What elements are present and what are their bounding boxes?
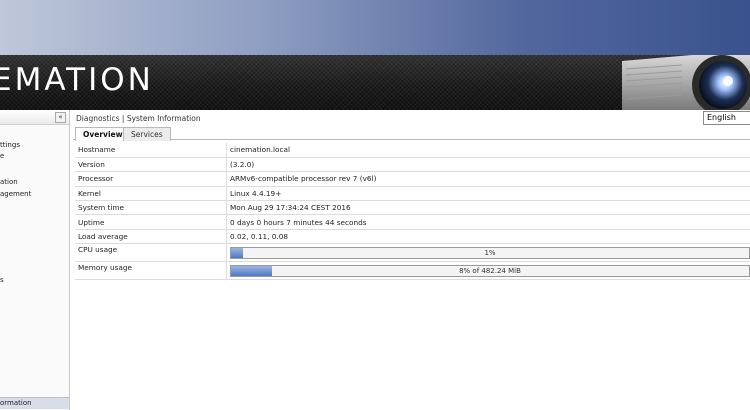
table-row: Kernel Linux 4.4.19+ <box>75 186 750 202</box>
sidebar-item-information[interactable]: ation <box>0 178 18 186</box>
breadcrumb: Diagnostics | System Information <box>76 114 201 123</box>
load-average-value: 0.02, 0.11, 0.08 <box>226 229 750 245</box>
top-gradient-bar <box>0 0 750 55</box>
hostname-label: Hostname <box>75 143 227 158</box>
memory-usage-label: Memory usage <box>75 261 227 281</box>
logo-text: EMATION <box>0 62 154 98</box>
language-select[interactable]: English <box>703 111 750 125</box>
sidebar-item-e[interactable]: e <box>0 152 4 160</box>
sidebar-item-s[interactable]: s <box>0 276 4 284</box>
app-logo: EMATION <box>0 62 154 98</box>
sidebar-item-system-information[interactable]: ormation <box>0 397 69 409</box>
tab-services[interactable]: Services <box>123 127 171 141</box>
version-label: Version <box>75 157 227 173</box>
kernel-value: Linux 4.4.19+ <box>226 186 750 202</box>
table-row: CPU usage 1% <box>75 243 750 263</box>
table-row: Memory usage 8% of 482.24 MiB <box>75 261 750 281</box>
version-value: (3.2.0) <box>226 157 750 173</box>
uptime-label: Uptime <box>75 214 227 230</box>
memory-usage-bar: 8% of 482.24 MiB <box>230 264 750 277</box>
table-row: Version (3.2.0) <box>75 157 750 173</box>
system-time-label: System time <box>75 200 227 216</box>
banner: EMATION <box>0 55 750 110</box>
table-row: Load average 0.02, 0.11, 0.08 <box>75 229 750 245</box>
system-time-value: Mon Aug 29 17:34:24 CEST 2016 <box>226 200 750 216</box>
main-content: Diagnostics | System Information English… <box>73 110 750 410</box>
hostname-value: cinemation.local <box>226 143 750 158</box>
processor-label: Processor <box>75 171 227 187</box>
processor-value: ARMv6-compatible processor rev 7 (v6l) <box>226 171 750 187</box>
cpu-usage-label: CPU usage <box>75 243 227 263</box>
sidebar-active-label: ormation <box>0 399 32 407</box>
cpu-usage-text: 1% <box>484 248 496 257</box>
uptime-value: 0 days 0 hours 7 minutes 44 seconds <box>226 214 750 230</box>
table-row: System time Mon Aug 29 17:34:24 CEST 201… <box>75 200 750 216</box>
kernel-label: Kernel <box>75 186 227 202</box>
cpu-usage-bar: 1% <box>230 246 750 259</box>
collapse-sidebar-button[interactable]: « <box>55 112 66 123</box>
system-info-table: Hostname cinemation.local Version (3.2.0… <box>75 143 750 281</box>
projector-lens-icon <box>622 55 750 110</box>
sidebar-item-settings[interactable]: ttings <box>0 141 20 149</box>
tab-bar: Overview Services <box>73 126 750 141</box>
table-row: Hostname cinemation.local <box>75 143 750 158</box>
load-average-label: Load average <box>75 229 227 245</box>
table-row: Processor ARMv6-compatible processor rev… <box>75 171 750 187</box>
sidebar-header: « <box>0 110 69 125</box>
sidebar-item-management[interactable]: agement <box>0 190 31 198</box>
table-row: Uptime 0 days 0 hours 7 minutes 44 secon… <box>75 214 750 230</box>
sidebar: « ttings e ation agement s ormation <box>0 110 70 410</box>
memory-usage-text: 8% of 482.24 MiB <box>459 266 521 275</box>
